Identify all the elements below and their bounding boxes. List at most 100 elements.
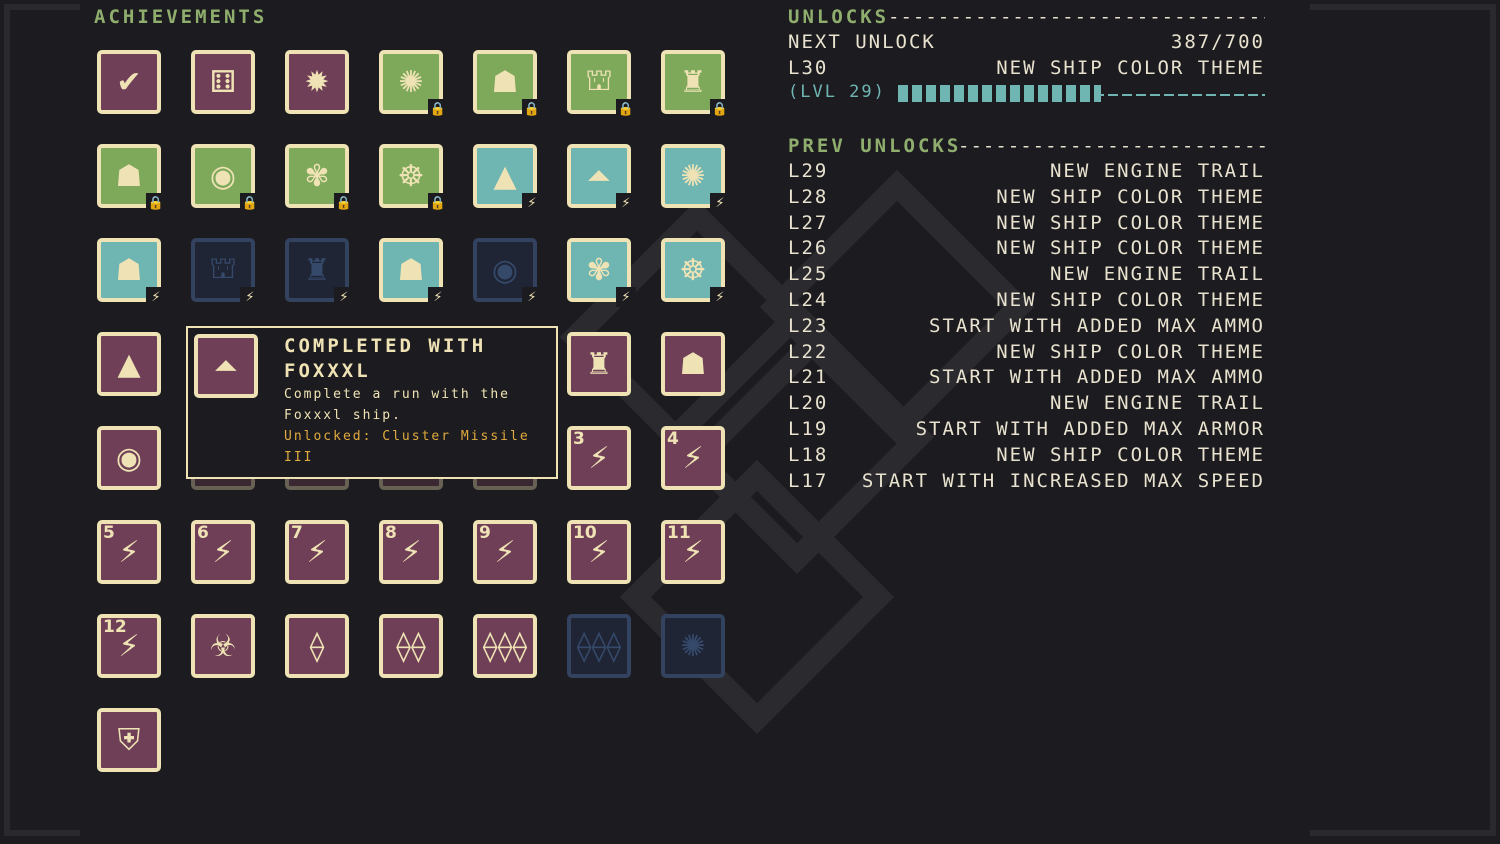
- achievement-tile[interactable]: ☗ ⚡: [379, 238, 448, 307]
- prev-unlock-row: L21 Start with added Max Ammo: [788, 366, 1265, 392]
- unlock-reward: New Ship Color Theme: [996, 289, 1265, 311]
- achievement-number: 5: [103, 523, 115, 543]
- lock-icon: 🔒: [428, 99, 448, 119]
- unlock-reward: New Ship Color Theme: [996, 185, 1265, 208]
- unlock-reward: New Engine Trail: [1049, 392, 1265, 415]
- prev-unlock-row: L27 New Ship Color Theme: [788, 212, 1265, 238]
- ship-icon: ⏶: [214, 348, 238, 384]
- achievement-tile[interactable]: ⏶ ⚡: [567, 144, 636, 213]
- achievement-tile[interactable]: ⚡ 11: [661, 520, 725, 584]
- achievement-tile[interactable]: ⚡ 4: [661, 426, 725, 490]
- achievement-tile[interactable]: ⛫ 🔒: [567, 50, 636, 119]
- achievement-tile[interactable]: ✺: [661, 614, 725, 678]
- unlock-level: L24: [788, 289, 829, 311]
- achievement-tile[interactable]: ♜ ⚡: [285, 238, 354, 307]
- unlock-level: L25: [788, 263, 829, 286]
- achievement-tile[interactable]: ▲ ⚡: [473, 144, 542, 213]
- prev-unlock-row: L18 New Ship Color Theme: [788, 444, 1265, 470]
- achievement-tile[interactable]: ✺ 🔒: [379, 50, 448, 119]
- xp-progress-text: 387/700: [1170, 31, 1265, 53]
- unlock-level: L23: [788, 314, 829, 337]
- achievement-tile[interactable]: ⟠⟠⟠: [567, 614, 631, 678]
- achievements-heading: Achievements: [94, 6, 268, 28]
- ship-icon: ◉: [115, 440, 143, 476]
- achievement-tile[interactable]: ⚡ 8: [379, 520, 443, 584]
- achievement-tile[interactable]: ♜ 🔒: [661, 50, 730, 119]
- xp-progress-bar: (Lvl 29): [788, 82, 1265, 108]
- achievement-tile[interactable]: ◉: [97, 426, 161, 490]
- achievement-tile[interactable]: ☗ 🔒: [473, 50, 542, 119]
- achievement-tile[interactable]: ⚡ 6: [191, 520, 255, 584]
- achievement-number: 7: [291, 523, 303, 543]
- unlock-level: L21: [788, 366, 829, 389]
- frame-decoration-left: [4, 4, 80, 836]
- unlock-reward: Start with added Max Ammo: [929, 314, 1265, 337]
- achievement-tile[interactable]: ☸ ⚡: [661, 238, 730, 307]
- lock-icon: 🔒: [146, 193, 166, 213]
- prev-unlock-row: L25 New Engine Trail: [788, 263, 1265, 289]
- tooltip-description: Complete a run with the Foxxxl ship.: [284, 387, 511, 423]
- achievement-tile[interactable]: ☗ 🔒: [97, 144, 166, 213]
- burst-icon: ✹: [304, 64, 330, 100]
- achievement-tile[interactable]: ⛫ ⚡: [191, 238, 260, 307]
- achievement-tile[interactable]: ☗: [661, 332, 725, 396]
- unlock-level: L28: [788, 185, 829, 208]
- unlocks-heading: Unlocks: [788, 6, 890, 28]
- lightning-icon: ⚡: [710, 287, 730, 307]
- achievement-tile[interactable]: ☣: [191, 614, 255, 678]
- enemy-ship-icon: ⟠: [309, 628, 325, 664]
- prev-unlock-row: L24 New Ship Color Theme: [788, 289, 1265, 315]
- achievement-tile[interactable]: ⚡ 5: [97, 520, 161, 584]
- achievement-tile[interactable]: ▲: [97, 332, 161, 396]
- achievement-tile[interactable]: ◉ ⚡: [473, 238, 542, 307]
- achievement-tile[interactable]: ✔: [97, 50, 161, 114]
- prev-unlocks-heading: Prev Unlocks: [788, 135, 962, 157]
- ship-icon: ♜: [585, 346, 613, 382]
- achievement-tile[interactable]: ⚅: [191, 50, 255, 114]
- achievement-tile[interactable]: ✾ ⚡: [567, 238, 636, 307]
- unlock-level: L29: [788, 160, 829, 182]
- next-unlock-level: L30: [788, 57, 829, 79]
- achievement-tile[interactable]: ⟠: [285, 614, 349, 678]
- achievement-tile[interactable]: ⚡ 7: [285, 520, 349, 584]
- achievement-tile[interactable]: ⚡ 9: [473, 520, 537, 584]
- unlock-reward: New Ship Color Theme: [996, 211, 1265, 234]
- mask-icon: ⛨: [117, 722, 141, 758]
- achievement-number: 11: [667, 523, 691, 543]
- achievement-tile[interactable]: ✾ 🔒: [285, 144, 354, 213]
- achievement-tile[interactable]: ⟠⟠⟠: [473, 614, 537, 678]
- lightning-icon: ⚡: [146, 287, 166, 307]
- achievement-tile[interactable]: ◉ 🔒: [191, 144, 260, 213]
- next-unlock-reward: New Ship Color Theme: [996, 57, 1265, 79]
- achievement-tile[interactable]: ⚡ 12: [97, 614, 161, 678]
- unlock-reward: New Engine Trail: [1049, 263, 1265, 286]
- prev-unlock-row: L19 Start with added Max Armor: [788, 418, 1265, 444]
- achievement-tile[interactable]: ⛨: [97, 708, 161, 772]
- unlock-level: L17: [788, 469, 829, 492]
- unlock-level: L27: [788, 211, 829, 234]
- lock-icon: 🔒: [240, 193, 260, 213]
- achievement-tile[interactable]: ⚡ 3: [567, 426, 631, 490]
- achievement-tile[interactable]: ✺ ⚡: [661, 144, 730, 213]
- achievement-tile[interactable]: ☸ 🔒: [379, 144, 448, 213]
- achievement-tile[interactable]: ⚡ 10: [567, 520, 631, 584]
- lock-icon: 🔒: [522, 99, 542, 119]
- achievement-tooltip: ⏶ Completed with Foxxxl Complete a run w…: [186, 326, 558, 479]
- achievement-number: 4: [667, 429, 679, 449]
- ship-icon: ▲: [117, 346, 141, 382]
- biohazard-icon: ☣: [209, 628, 237, 664]
- prev-unlock-row: L17 Start with increased max speed: [788, 470, 1265, 496]
- unlock-reward: New Ship Color Theme: [996, 237, 1265, 260]
- prev-unlock-row: L29 New Engine Trail: [788, 160, 1265, 186]
- unlock-level: L26: [788, 237, 829, 260]
- achievement-number: 10: [573, 523, 597, 543]
- achievement-tile[interactable]: ♜: [567, 332, 631, 396]
- achievement-tile[interactable]: ✹: [285, 50, 349, 114]
- achievement-tile[interactable]: ☗ ⚡: [97, 238, 166, 307]
- prev-unlock-row: L26 New Ship Color Theme: [788, 237, 1265, 263]
- lightning-icon: ⚡: [522, 193, 542, 213]
- lightning-icon: ⚡: [710, 193, 730, 213]
- next-unlock-reward-row: L30 New Ship Color Theme: [788, 57, 1265, 83]
- achievement-tile[interactable]: ⟠⟠: [379, 614, 443, 678]
- current-level-label: (Lvl 29): [788, 82, 886, 102]
